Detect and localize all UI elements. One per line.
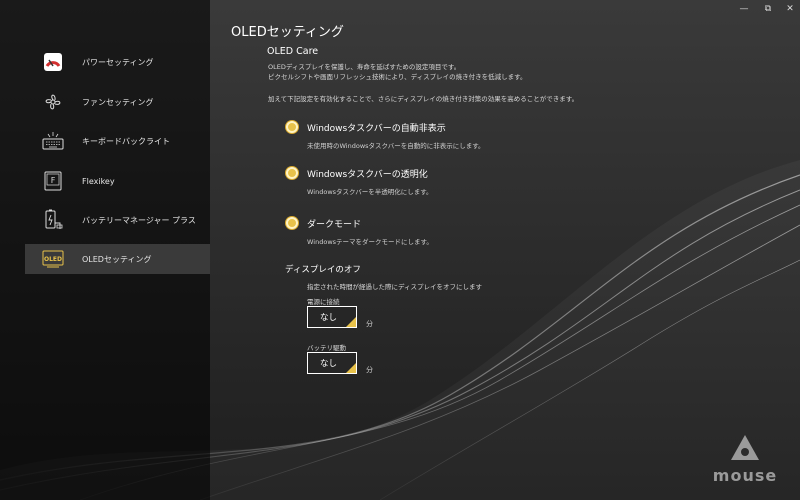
oled-care-description-2: ピクセルシフトや画面リフレッシュ技術により、ディスプレイの焼き付きを低減します。 (268, 73, 527, 81)
taskbar-transparency-description: Windowsタスクバーを半透明化にします。 (307, 188, 433, 196)
dropdown-triangle-icon (346, 363, 356, 373)
battery-timeout-select[interactable]: なし (307, 352, 357, 374)
dropdown-triangle-icon (346, 317, 356, 327)
taskbar-autohide-description: 未使用時のWindowsタスクバーを自動的に非表示にします。 (307, 142, 485, 150)
taskbar-transparency-radio[interactable] (286, 167, 298, 179)
battery-manager-icon (42, 209, 64, 231)
battery-label: バッテリ駆動 (307, 344, 346, 352)
taskbar-autohide-label: Windowsタスクバーの自動非表示 (307, 124, 446, 134)
sidebar-item-flexikey[interactable]: F Flexikey (25, 166, 210, 196)
ac-power-timeout-select[interactable]: なし (307, 306, 357, 328)
display-off-description: 指定された時間が経過した際にディスプレイをオフにします (307, 283, 483, 291)
oled-care-description-1: OLEDディスプレイを保護し、寿命を延ばすための設定項目です。 (268, 63, 461, 71)
minimize-button[interactable]: — (737, 3, 751, 15)
taskbar-autohide-radio[interactable] (286, 121, 298, 133)
sidebar: パワーセッティング ファンセッティング キーボードバックライト F Flexik… (0, 0, 210, 500)
dark-mode-label: ダークモード (307, 220, 362, 230)
dark-mode-radio[interactable] (286, 217, 298, 229)
mouse-logo: mouse (705, 432, 785, 487)
sidebar-item-label: OLEDセッティング (82, 254, 152, 264)
ac-power-unit: 分 (366, 320, 373, 328)
close-button[interactable]: ✕ (783, 3, 797, 15)
sidebar-item-oled-setting[interactable]: OLED OLEDセッティング (25, 244, 210, 274)
sidebar-item-battery-manager[interactable]: バッテリーマネージャー プラス (25, 205, 210, 235)
sidebar-item-keyboard-backlight[interactable]: キーボードバックライト (25, 126, 210, 156)
sidebar-item-label: キーボードバックライト (82, 136, 170, 146)
sidebar-item-label: パワーセッティング (82, 57, 154, 67)
oled-care-description-3: 加えて下記設定を有効化することで、さらにディスプレイの焼き付き対策の効果を高める… (268, 95, 579, 103)
mouse-logo-text: mouse (712, 466, 778, 485)
sidebar-item-power-setting[interactable]: パワーセッティング (25, 47, 210, 77)
flexikey-icon-letter: F (51, 176, 56, 185)
sidebar-item-label: ファンセッティング (82, 97, 154, 107)
taskbar-transparency-label: Windowsタスクバーの透明化 (307, 170, 428, 180)
sidebar-item-label: Flexikey (82, 176, 115, 186)
keyboard-backlight-icon (42, 130, 64, 152)
flexikey-icon: F (42, 170, 64, 192)
battery-timeout-value: なし (320, 359, 338, 369)
display-off-heading: ディスプレイのオフ (285, 265, 361, 275)
page-title: OLEDセッティング (231, 25, 344, 40)
oled-icon-text: OLED (44, 256, 62, 263)
ac-power-label: 電源に接続 (307, 298, 340, 306)
sidebar-item-label: バッテリーマネージャー プラス (82, 215, 196, 225)
battery-unit: 分 (366, 366, 373, 374)
ac-power-timeout-value: なし (320, 313, 338, 323)
oled-icon: OLED (42, 248, 64, 270)
mouse-logo-icon (731, 435, 759, 460)
oled-care-heading: OLED Care (267, 46, 319, 57)
fan-icon (42, 91, 64, 113)
sidebar-item-fan-setting[interactable]: ファンセッティング (25, 87, 210, 117)
dark-mode-description: Windowsテーマをダークモードにします。 (307, 238, 433, 246)
restore-button[interactable]: ⧉ (761, 3, 775, 15)
power-setting-icon (42, 51, 64, 73)
